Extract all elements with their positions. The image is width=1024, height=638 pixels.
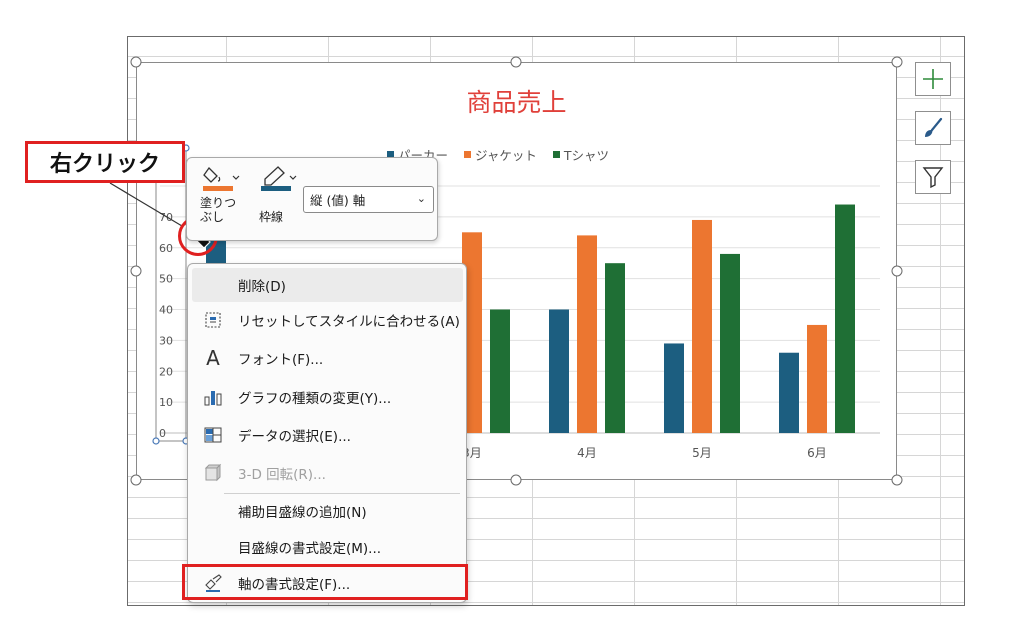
outline-button-label[interactable]: 枠線	[259, 210, 283, 224]
menu-item-label: 補助目盛線の追加(N)	[238, 505, 367, 521]
fill-label-line1: 塗りつ	[200, 196, 237, 210]
menu-item-label: 削除(D)	[238, 279, 286, 295]
outline-dropdown-chevron-icon	[289, 175, 297, 180]
fill-button[interactable]	[201, 164, 245, 194]
menu-item-label: グラフの種類の変更(Y)...	[238, 391, 392, 407]
mini-toolbar: 塗りつ ぶし 枠線 縦 (値) 軸 ⌄	[186, 157, 438, 241]
menu-item-add-minor-gridlines[interactable]: 補助目盛線の追加(N)	[192, 494, 463, 528]
chart-element-select-value: 縦 (値) 軸	[310, 193, 366, 208]
chart-element-select[interactable]: 縦 (値) 軸 ⌄	[303, 186, 434, 213]
font-icon: A	[206, 346, 220, 370]
fill-color-swatch	[203, 186, 233, 191]
menu-item-label: リセットしてスタイルに合わせる(A)	[238, 314, 460, 330]
context-menu: 削除(D) リセットしてスタイルに合わせる(A) A フォント(F)... グラ…	[187, 263, 467, 603]
outline-button[interactable]	[258, 164, 302, 194]
menu-item-select-data[interactable]: データの選択(E)...	[192, 418, 463, 452]
rotate-3d-icon	[202, 463, 224, 483]
menu-item-delete[interactable]: 削除(D)	[192, 268, 463, 302]
reset-style-icon	[202, 310, 224, 330]
menu-item-label: データの選択(E)...	[238, 429, 351, 445]
paint-bucket-icon	[203, 166, 240, 191]
menu-item-label: 3-D 回転(R)...	[238, 467, 326, 483]
menu-item-3d-rotation: 3-D 回転(R)...	[192, 456, 463, 490]
fill-dropdown-chevron-icon	[232, 175, 240, 180]
menu-item-label: 目盛線の書式設定(M)...	[238, 541, 382, 557]
fill-label-line2: ぶし	[200, 210, 225, 224]
chart-type-icon	[202, 387, 224, 407]
fill-button-label[interactable]: 塗りつ ぶし	[200, 196, 236, 224]
menu-item-format-gridlines[interactable]: 目盛線の書式設定(M)...	[192, 530, 463, 564]
format-axis-highlight	[182, 564, 468, 600]
outline-color-swatch	[261, 186, 291, 191]
menu-item-font[interactable]: A フォント(F)...	[192, 341, 463, 375]
select-data-icon	[202, 425, 224, 445]
chevron-down-icon: ⌄	[416, 192, 426, 205]
menu-item-change-chart-type[interactable]: グラフの種類の変更(Y)...	[192, 380, 463, 414]
mouse-pointer-icon	[185, 225, 211, 249]
pen-icon	[261, 166, 297, 191]
menu-item-reset-style[interactable]: リセットしてスタイルに合わせる(A)	[192, 303, 463, 337]
menu-item-label: フォント(F)...	[238, 352, 324, 368]
